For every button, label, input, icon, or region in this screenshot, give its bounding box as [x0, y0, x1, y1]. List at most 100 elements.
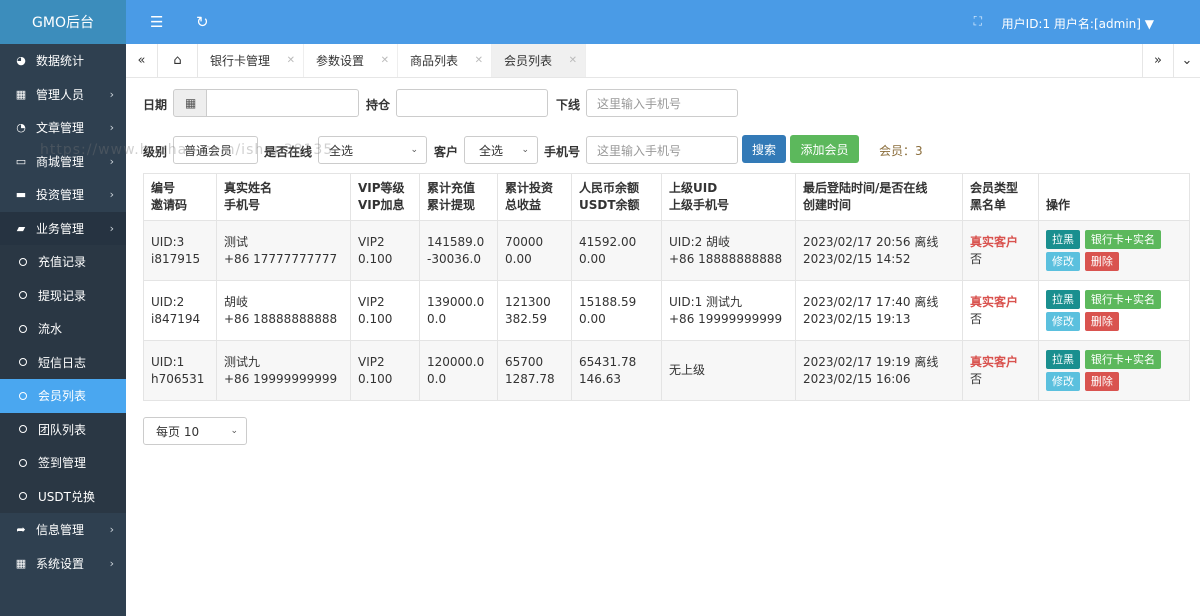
sidebar-item-15[interactable]: ▦ 系统设置 › [0, 547, 126, 581]
user-menu[interactable]: 用户ID:1 用户名:[admin] ▼ [1002, 15, 1154, 32]
table-row: UID:3 i817915 测试 +86 17777777777 VIP2 0.100 14… [143, 220, 1190, 281]
calendar-icon[interactable]: ▦ [173, 89, 207, 117]
sidebar-item-13[interactable]: USDT兑换 [0, 479, 126, 513]
delete-button[interactable]: 删除 [1084, 311, 1119, 331]
home-icon[interactable]: ⌂ [158, 44, 198, 77]
sidebar-item-7[interactable]: 提现记录 [0, 278, 126, 312]
sidebar-item-label: 会员列表 [38, 389, 87, 404]
col-header-login: 最后登陆时间/是否在线 创建时间 [795, 173, 963, 221]
table-cell: 真实客户否 [962, 340, 1039, 401]
sidebar-item-1[interactable]: ▦ 管理人员 › [0, 78, 126, 112]
col-header-name: 真实姓名 手机号 [216, 173, 351, 221]
sidebar-item-9[interactable]: 短信日志 [0, 345, 126, 379]
tabs-bar: « ⌂ 银行卡管理 ✕ 参数设置 ✕ 商品列表 ✕ 会员列表 ✕ » ⌄ [126, 44, 1200, 78]
table-cell: UID:1 h706531 [143, 340, 217, 401]
downline-input[interactable]: 这里输入手机号 [586, 89, 738, 117]
customer-select[interactable]: 全选 ⌄ [464, 136, 538, 164]
hold-label: 持仓 [366, 98, 391, 112]
add-member-button[interactable]: 添加会员 [790, 135, 859, 163]
close-icon[interactable]: ✕ [287, 55, 295, 66]
sidebar-item-label: 提现记录 [38, 288, 87, 303]
table-cell: 测试九 +86 19999999999 [216, 340, 351, 401]
online-select[interactable]: 全选 ⌄ [318, 136, 427, 164]
table-cell: 胡岐 +86 18888888888 [216, 280, 351, 341]
tabs-scroll-right-icon[interactable]: » [1142, 44, 1174, 77]
pull-black-button[interactable]: 拉黑 [1046, 289, 1080, 309]
book-icon: ▰ [16, 221, 26, 235]
sidebar-item-14[interactable]: ➦ 信息管理 › [0, 513, 126, 547]
edit-button[interactable]: 修改 [1046, 251, 1080, 271]
pull-black-button[interactable]: 拉黑 [1046, 349, 1080, 369]
members-table: 编号 邀请码 真实姓名 手机号 VIP等级 VIP加息 累计充值 累计提现 累计投资 总收… [143, 173, 1190, 401]
tabs-dropdown-icon[interactable]: ⌄ [1174, 44, 1200, 77]
sidebar-item-label: 充值记录 [38, 255, 87, 270]
watermark: https://www.huzhan.com/ishop38135 [40, 142, 334, 158]
sidebar-item-0[interactable]: ◕ 数据统计 [0, 44, 126, 78]
delete-button[interactable]: 删除 [1084, 251, 1119, 271]
chevron-right-icon: › [109, 556, 114, 570]
sidebar-item-8[interactable]: 流水 [0, 312, 126, 346]
table-cell: UID:2 i847194 [143, 280, 217, 341]
table-cell: 2023/02/17 17:40 离线 2023/02/15 19:13 [795, 280, 963, 341]
sidebar-item-2[interactable]: ◔ 文章管理 › [0, 111, 126, 145]
table-cell: 2023/02/17 19:19 离线 2023/02/15 16:06 [795, 340, 963, 401]
sidebar-item-label: 投资管理 [36, 188, 85, 203]
topbar: ☰ ↻ ⛶ 用户ID:1 用户名:[admin] ▼ [126, 0, 1200, 44]
chevron-down-icon: ⌄ [230, 426, 238, 436]
sidebar-item-label: 系统设置 [36, 556, 85, 571]
table-cell: UID:3 i817915 [143, 220, 217, 281]
pull-black-button[interactable]: 拉黑 [1046, 229, 1080, 249]
tab-bank-card[interactable]: 银行卡管理 ✕ [198, 44, 304, 77]
sidebar-item-label: 流水 [38, 322, 63, 337]
sidebar-item-5[interactable]: ▰ 业务管理 › [0, 211, 126, 245]
sidebar-item-12[interactable]: 签到管理 [0, 446, 126, 480]
table-cell: 41592.00 0.00 [571, 220, 662, 281]
downline-label: 下线 [556, 98, 581, 112]
fullscreen-icon[interactable]: ⛶ [974, 14, 982, 29]
actions-cell: 拉黑 银行卡+实名 修改 删除 [1038, 220, 1190, 281]
sidebar-item-11[interactable]: 团队列表 [0, 412, 126, 446]
menu-toggle-icon[interactable]: ☰ [150, 13, 163, 31]
bank-realname-button[interactable]: 银行卡+实名 [1084, 289, 1162, 309]
caret-down-icon: ▼ [1144, 17, 1154, 31]
table-cell: 65700 1287.78 [497, 340, 572, 401]
sidebar-item-4[interactable]: ▬ 投资管理 › [0, 178, 126, 212]
date-input[interactable] [206, 89, 359, 117]
phone-input[interactable]: 这里输入手机号 [586, 136, 738, 164]
circle-icon [19, 425, 27, 434]
close-icon[interactable]: ✕ [475, 55, 483, 66]
delete-button[interactable]: 删除 [1084, 371, 1119, 391]
edit-button[interactable]: 修改 [1046, 311, 1080, 331]
refresh-icon[interactable]: ↻ [196, 13, 209, 31]
bank-realname-button[interactable]: 银行卡+实名 [1084, 349, 1162, 369]
close-icon[interactable]: ✕ [381, 55, 389, 66]
tab-params[interactable]: 参数设置 ✕ [304, 44, 398, 77]
col-header-type: 会员类型 黑名单 [962, 173, 1039, 221]
table-cell: VIP2 0.100 [350, 340, 420, 401]
sidebar-item-label: 签到管理 [38, 456, 87, 471]
page-size-select[interactable]: 每页 10 ⌄ [143, 417, 247, 445]
sidebar-item-6[interactable]: 充值记录 [0, 245, 126, 279]
hold-input[interactable] [396, 89, 548, 117]
share-icon: ➦ [16, 523, 26, 537]
chevron-right-icon: › [109, 221, 114, 235]
circle-icon [19, 324, 27, 333]
tab-products[interactable]: 商品列表 ✕ [398, 44, 492, 77]
table-header-row: 编号 邀请码 真实姓名 手机号 VIP等级 VIP加息 累计充值 累计提现 累计投资 总收… [143, 173, 1190, 221]
sidebar-item-label: 短信日志 [38, 355, 87, 370]
table-cell: VIP2 0.100 [350, 280, 420, 341]
member-count: 会员：3 [879, 144, 923, 158]
date-label: 日期 [143, 98, 168, 112]
sidebar-item-label: 信息管理 [36, 523, 85, 538]
search-button[interactable]: 搜索 [742, 135, 786, 163]
bank-realname-button[interactable]: 银行卡+实名 [1084, 229, 1162, 249]
edit-button[interactable]: 修改 [1046, 371, 1080, 391]
tab-members[interactable]: 会员列表 ✕ [492, 44, 586, 77]
table-row: UID:1 h706531 测试九 +86 19999999999 VIP2 0.100 1… [143, 340, 1190, 401]
close-icon[interactable]: ✕ [569, 55, 577, 66]
actions-cell: 拉黑 银行卡+实名 修改 删除 [1038, 340, 1190, 401]
tabs-scroll-left-icon[interactable]: « [126, 44, 158, 77]
sidebar-item-10[interactable]: 会员列表 [0, 379, 126, 413]
dashboard-icon: ◕ [16, 54, 26, 68]
circle-icon [19, 291, 27, 300]
